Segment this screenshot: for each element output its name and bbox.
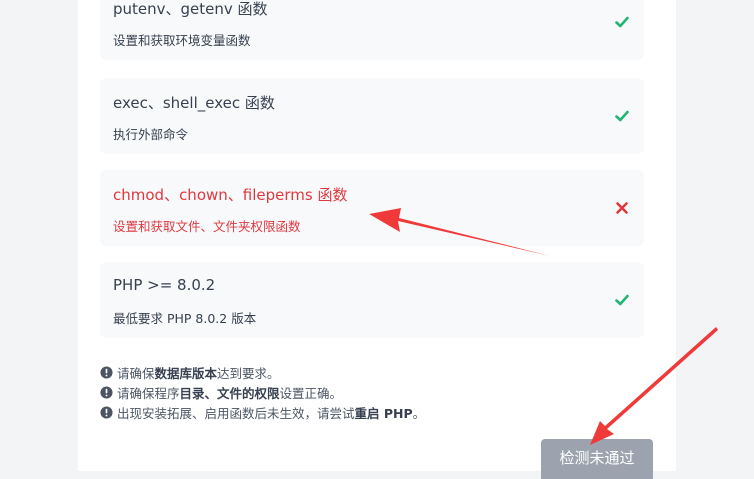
note-text: 出现安装拓展、启用函数后未生效，请尝试: [117, 405, 355, 421]
check-title: PHP >= 8.0.2: [113, 276, 216, 294]
note-text: 请确保程序: [117, 385, 180, 401]
check-title: chmod、chown、fileperms 函数: [113, 186, 348, 204]
check-icon: [615, 110, 629, 122]
cross-icon: [616, 202, 628, 214]
check-description: 设置和获取文件、文件夹权限函数: [113, 219, 301, 234]
note-text: 。: [412, 405, 426, 421]
note-emphasis: 数据库版本: [154, 365, 218, 381]
note-emphasis: 目录、文件的权限: [179, 385, 280, 401]
install-check-panel: putenv、getenv 函数 设置和获取环境变量函数 exec、shell_…: [78, 0, 676, 479]
note-item: 出现安装拓展、启用函数后未生效，请尝试 重启 PHP。: [100, 402, 660, 422]
check-title: putenv、getenv 函数: [113, 0, 268, 18]
note-emphasis: 重启 PHP: [354, 405, 413, 421]
note-text: 达到要求。: [217, 365, 280, 381]
check-icon: [615, 16, 629, 28]
note-item: 请确保程序 目录、文件的权限 设置正确。: [100, 382, 660, 402]
exclamation-circle-icon: [100, 365, 113, 379]
note-text: 请确保: [117, 365, 155, 381]
check-description: 最低要求 PHP 8.0.2 版本: [113, 311, 257, 326]
check-failed-button[interactable]: 检测未通过: [541, 439, 653, 479]
check-description: 执行外部命令: [113, 127, 189, 142]
checklist-scroll-area[interactable]: putenv、getenv 函数 设置和获取环境变量函数 exec、shell_…: [100, 0, 656, 340]
exclamation-circle-icon: [100, 405, 113, 419]
check-description: 设置和获取环境变量函数: [113, 33, 251, 48]
note-item: 请确保 数据库版本 达到要求。: [100, 362, 660, 382]
check-item-exec: exec、shell_exec 函数 执行外部命令: [100, 78, 644, 154]
notes-list: 请确保 数据库版本 达到要求。 请确保程序 目录、文件的权限 设置正确。 出现安装拓展、…: [100, 362, 660, 422]
check-item-chmod: chmod、chown、fileperms 函数 设置和获取文件、文件夹权限函数: [100, 170, 644, 246]
exclamation-circle-icon: [100, 385, 113, 399]
check-item-php-version: PHP >= 8.0.2 最低要求 PHP 8.0.2 版本: [100, 262, 644, 338]
check-title: exec、shell_exec 函数: [113, 94, 275, 112]
check-icon: [615, 294, 629, 306]
note-text: 设置正确。: [279, 385, 343, 401]
check-item-putenv: putenv、getenv 函数 设置和获取环境变量函数: [100, 0, 644, 60]
